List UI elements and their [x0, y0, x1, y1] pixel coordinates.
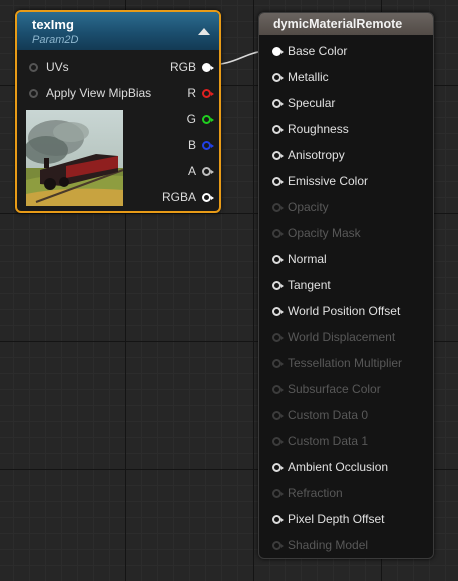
pin-circle-icon: [272, 332, 284, 342]
pin-circle-icon[interactable]: [272, 462, 284, 472]
pin-label: G: [186, 112, 196, 126]
input-pin-shading-model: Shading Model: [272, 538, 368, 552]
pin-label: Opacity Mask: [288, 226, 361, 240]
input-pin-world-displacement: World Displacement: [272, 330, 395, 344]
pin-circle-icon[interactable]: [272, 280, 284, 290]
pin-label: A: [187, 164, 196, 178]
pin-label: World Position Offset: [288, 304, 401, 318]
input-pin-base-color[interactable]: Base Color: [272, 44, 347, 58]
pin-label: Apply View MipBias: [46, 86, 152, 100]
pin-circle-icon: [272, 410, 284, 420]
pin-label: Normal: [288, 252, 327, 266]
node-title: texImg: [32, 17, 74, 32]
input-pin-anisotropy[interactable]: Anisotropy: [272, 148, 345, 162]
pin-circle-icon: [272, 436, 284, 446]
pin-circle-icon[interactable]: [29, 88, 38, 98]
pin-label: Shading Model: [288, 538, 369, 552]
output-pin-a[interactable]: A: [188, 164, 215, 178]
pin-circle-icon[interactable]: [202, 62, 214, 72]
texture-preview-image: [26, 110, 123, 206]
input-pin-tangent[interactable]: Tangent: [272, 278, 331, 292]
node-subtitle: Param2D: [32, 34, 79, 46]
input-pin-world-position-offset[interactable]: World Position Offset: [272, 304, 400, 318]
pin-label: R: [187, 86, 196, 100]
pin-circle-icon[interactable]: [202, 114, 214, 124]
pin-label: World Displacement: [288, 330, 396, 344]
pin-circle-icon: [272, 228, 284, 238]
input-pin-pixel-depth-offset[interactable]: Pixel Depth Offset: [272, 512, 385, 526]
pin-circle-icon[interactable]: [272, 306, 284, 316]
pin-circle-icon[interactable]: [202, 192, 214, 202]
pin-label: RGB: [169, 60, 196, 74]
output-pin-rgb[interactable]: RGB: [170, 60, 215, 74]
input-pin-custom-data-1: Custom Data 1: [272, 434, 368, 448]
pin-circle-icon[interactable]: [272, 176, 284, 186]
pin-label: Emissive Color: [288, 174, 369, 188]
pin-label: Specular: [288, 96, 336, 110]
input-pin-subsurface-color: Subsurface Color: [272, 382, 381, 396]
pin-circle-icon[interactable]: [272, 254, 284, 264]
pin-circle-icon: [272, 540, 284, 550]
pin-label: Subsurface Color: [288, 382, 381, 396]
texture-param-node[interactable]: texImg Param2D UVs Apply View MipBias RG…: [15, 10, 221, 213]
pin-label: Anisotropy: [288, 148, 345, 162]
pin-label: Ambient Occlusion: [288, 460, 389, 474]
input-pin-custom-data-0: Custom Data 0: [272, 408, 368, 422]
pin-label: Opacity: [288, 200, 329, 214]
input-pin-ambient-occlusion[interactable]: Ambient Occlusion: [272, 460, 388, 474]
pin-label: Pixel Depth Offset: [288, 512, 385, 526]
collapse-arrow-icon[interactable]: [198, 28, 210, 35]
pin-label: Refraction: [288, 486, 343, 500]
pin-label: Base Color: [288, 44, 348, 58]
pin-label: Custom Data 0: [288, 408, 369, 422]
node-header[interactable]: texImg Param2D: [17, 12, 219, 50]
pin-label: Metallic: [288, 70, 329, 84]
pin-label: Custom Data 1: [288, 434, 369, 448]
input-pin-metallic[interactable]: Metallic: [272, 70, 329, 84]
pin-label: B: [187, 138, 196, 152]
pin-circle-icon: [272, 358, 284, 368]
pin-circle-icon: [272, 202, 284, 212]
pin-label: Tessellation Multiplier: [288, 356, 403, 370]
input-pin-opacity: Opacity: [272, 200, 329, 214]
output-pin-b[interactable]: B: [188, 138, 215, 152]
pin-label: UVs: [46, 60, 69, 74]
output-pin-rgba[interactable]: RGBA: [162, 190, 215, 204]
output-pin-g[interactable]: G: [187, 112, 215, 126]
node-header[interactable]: dymicMaterialRemote: [259, 13, 433, 35]
input-pin-normal[interactable]: Normal: [272, 252, 327, 266]
pin-circle-icon: [272, 384, 284, 394]
pin-circle-icon[interactable]: [272, 72, 284, 82]
pin-circle-icon: [272, 488, 284, 498]
input-pin-uvs[interactable]: UVs: [29, 60, 69, 74]
pin-circle-icon[interactable]: [272, 98, 284, 108]
input-pin-tessellation-multiplier: Tessellation Multiplier: [272, 356, 402, 370]
pin-circle-icon[interactable]: [272, 46, 284, 56]
pin-circle-icon[interactable]: [272, 124, 284, 134]
node-title: dymicMaterialRemote: [273, 17, 403, 31]
pin-circle-icon[interactable]: [202, 88, 214, 98]
pin-circle-icon[interactable]: [272, 514, 284, 524]
pin-circle-icon[interactable]: [202, 166, 214, 176]
pin-circle-icon[interactable]: [29, 62, 38, 72]
input-pin-roughness[interactable]: Roughness: [272, 122, 349, 136]
input-pin-opacity-mask: Opacity Mask: [272, 226, 361, 240]
pin-circle-icon[interactable]: [272, 150, 284, 160]
pin-label: RGBA: [161, 190, 196, 204]
pin-label: Tangent: [288, 278, 331, 292]
output-pin-r[interactable]: R: [187, 86, 215, 100]
input-pin-refraction: Refraction: [272, 486, 343, 500]
input-pin-apply-view-mipbias[interactable]: Apply View MipBias: [29, 86, 151, 100]
pin-circle-icon[interactable]: [202, 140, 214, 150]
input-pin-specular[interactable]: Specular: [272, 96, 335, 110]
material-result-node[interactable]: dymicMaterialRemote Base Color Metallic …: [258, 12, 434, 559]
input-pin-emissive-color[interactable]: Emissive Color: [272, 174, 368, 188]
pin-label: Roughness: [288, 122, 349, 136]
